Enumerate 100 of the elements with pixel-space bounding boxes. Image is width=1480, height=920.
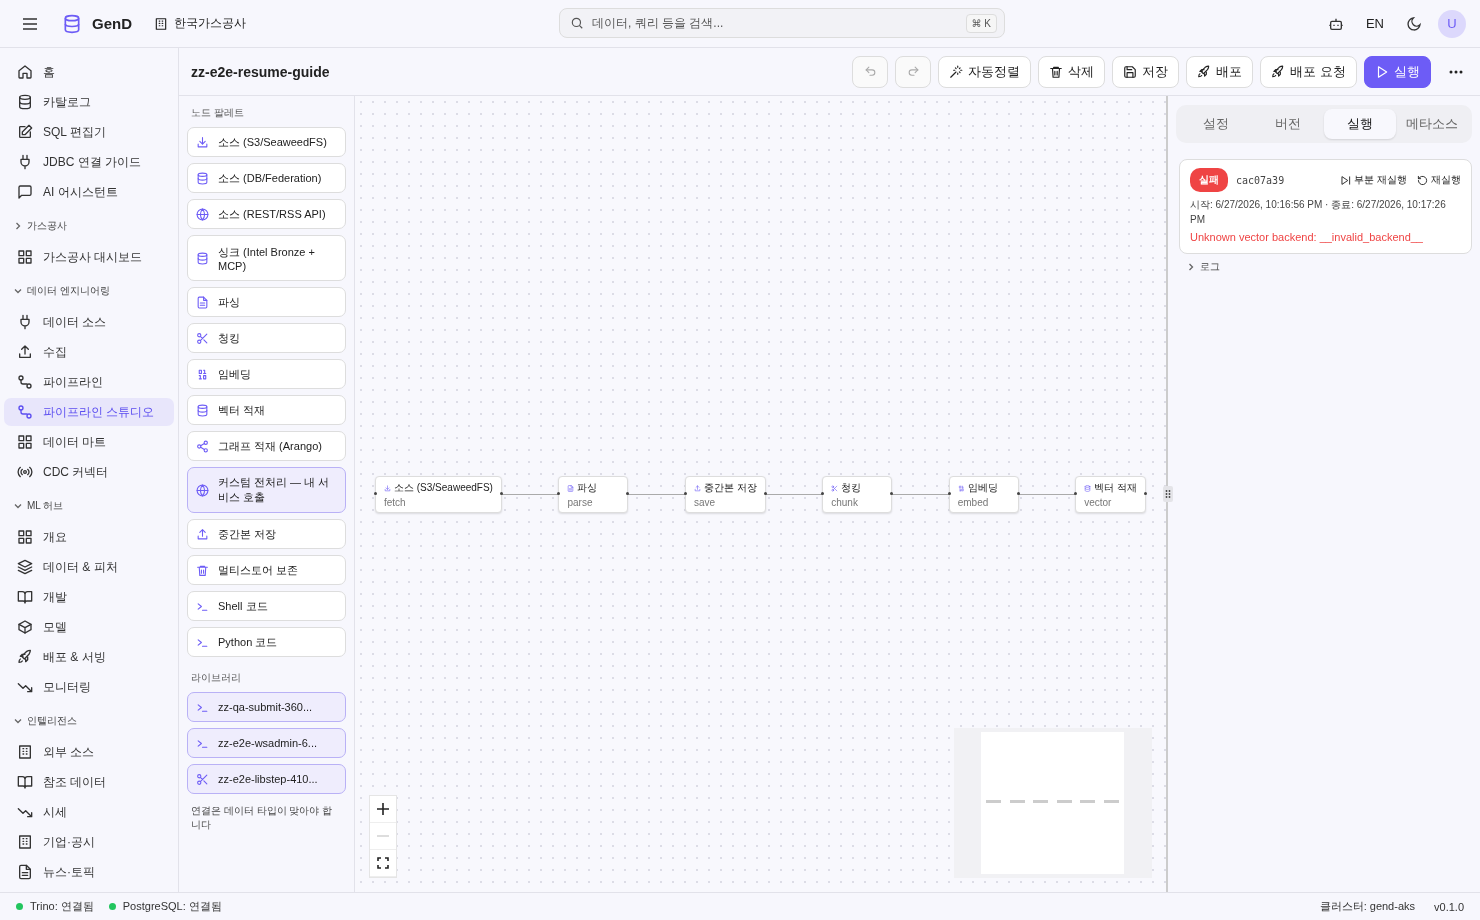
palette-item[interactable]: 임베딩 <box>187 359 346 389</box>
save-icon <box>1123 64 1138 79</box>
plug-icon <box>17 154 33 170</box>
palette-item[interactable]: 청킹 <box>187 323 346 353</box>
nav-item[interactable]: 파이프라인 <box>4 368 174 396</box>
panel-tab[interactable]: 버전 <box>1252 109 1324 139</box>
chat-icon <box>17 184 33 200</box>
toolbar-button[interactable]: 삭제 <box>1038 55 1106 88</box>
rerun-link[interactable]: 부분 재실행 <box>1340 173 1407 187</box>
run-time: 시작: 6/27/2026, 10:16:56 PM · 종료: 6/27/2026, 10:17:26 PM <box>1190 198 1447 227</box>
grip-icon <box>1165 489 1171 499</box>
palette-item[interactable]: 중간본 저장 <box>187 519 346 549</box>
nav-item[interactable]: 수집 <box>4 338 174 366</box>
panel-tab[interactable]: 설정 <box>1180 109 1252 139</box>
palette-item[interactable]: 벡터 적재 <box>187 395 346 425</box>
upload-icon <box>17 344 33 360</box>
palette-item[interactable]: 그래프 적재 (Arango) <box>187 431 346 461</box>
rerun-link[interactable]: 재실행 <box>1417 173 1461 187</box>
menu-icon[interactable] <box>22 16 38 31</box>
pipeline-node[interactable]: 청킹 chunk <box>822 476 893 513</box>
pipeline-node[interactable]: 벡터 적재 vector <box>1075 476 1146 513</box>
nav-item[interactable]: 참조 데이터 <box>4 768 174 796</box>
palette-item[interactable]: 소스 (REST/RSS API) <box>187 199 346 229</box>
signal-icon <box>17 464 33 480</box>
panel-tab[interactable]: 메타소스 <box>1396 109 1468 139</box>
pipeline-node[interactable]: 중간본 저장 save <box>684 476 766 513</box>
palette-item[interactable]: 커스텀 전처리 — 내 서비스 호출 <box>187 467 346 513</box>
file-icon <box>17 864 33 880</box>
library-item[interactable]: zz-qa-submit-360... <box>187 692 346 722</box>
palette-item[interactable]: Shell 코드 <box>187 591 346 621</box>
nav-item[interactable]: 개요 <box>4 523 174 551</box>
rocket-icon <box>1271 64 1286 79</box>
toolbar-button[interactable]: 배포 요청 <box>1260 55 1357 88</box>
toolbar-button[interactable]: 저장 <box>1112 55 1180 88</box>
pipeline-node[interactable]: 소스 (S3/SeaweedFS) fetch <box>375 476 502 513</box>
resize-handle[interactable] <box>1163 486 1173 502</box>
nav-item[interactable]: 개발 <box>4 583 174 611</box>
logo-icon <box>62 13 82 34</box>
palette-item[interactable]: 파싱 <box>187 287 346 317</box>
trash-icon <box>196 563 209 577</box>
nav-item[interactable]: 카탈로그 <box>4 88 174 116</box>
wand-icon <box>949 64 964 79</box>
run-id: cac07a39 <box>1236 174 1285 186</box>
nav-item[interactable]: 데이터 소스 <box>4 308 174 336</box>
nav-item[interactable]: 외부 소스 <box>4 738 174 766</box>
chevron-icon <box>13 501 23 511</box>
library-item[interactable]: zz-e2e-wsadmin-6... <box>187 728 346 758</box>
nav-item[interactable]: 데이터 & 피처 <box>4 553 174 581</box>
nav-item[interactable]: JDBC 연결 가이드 <box>4 148 174 176</box>
home-icon <box>17 64 33 80</box>
nav-group-header[interactable]: ML 허브 <box>4 495 174 517</box>
building-icon <box>17 744 33 760</box>
edge-line <box>765 494 823 495</box>
language-toggle[interactable]: EN <box>1365 16 1384 31</box>
nav-group-header[interactable]: 가스공사 <box>4 215 174 237</box>
grid-icon <box>17 529 33 545</box>
palette-item[interactable]: 멀티스토어 보존 <box>187 555 346 585</box>
nav-item[interactable]: 가스공사 대시보드 <box>4 243 174 271</box>
nav-item[interactable]: 모델 <box>4 613 174 641</box>
layers-icon <box>17 559 33 575</box>
nav-item[interactable]: SQL 편집기 <box>4 118 174 146</box>
nav-item[interactable]: 기업·공시 <box>4 828 174 856</box>
nav-group-header[interactable]: 인텔리전스 <box>4 710 174 732</box>
box-icon <box>17 619 33 635</box>
play-icon <box>1375 64 1389 79</box>
nav-item[interactable]: 시세 <box>4 798 174 826</box>
status-badge: 실패 <box>1190 168 1228 192</box>
nav-item[interactable]: 파이프라인 스튜디오 <box>4 398 174 426</box>
log-toggle[interactable]: 로그 <box>1186 260 1462 274</box>
panel-tab[interactable]: 실행 <box>1324 109 1396 139</box>
nav-item[interactable]: 홈 <box>4 58 174 86</box>
edit-icon <box>17 124 33 140</box>
redo-icon <box>906 65 920 78</box>
nav-item[interactable]: 배포 & 서빙 <box>4 643 174 671</box>
moon-icon[interactable] <box>1406 15 1422 32</box>
palette-item[interactable]: 싱크 (Intel Bronze + MCP) <box>187 235 346 281</box>
palette-item[interactable]: 소스 (DB/Federation) <box>187 163 346 193</box>
flow-icon <box>17 374 33 390</box>
undo-icon <box>863 65 877 78</box>
toolbar-button[interactable]: 자동정렬 <box>938 55 1032 88</box>
nav-item[interactable]: 데이터 마트 <box>4 428 174 456</box>
nav-item[interactable]: CDC 커넥터 <box>4 458 174 486</box>
nav-item[interactable]: 모니터링 <box>4 673 174 701</box>
pipeline-node[interactable]: 임베딩 embed <box>948 476 1019 513</box>
palette-item[interactable]: Python 코드 <box>187 627 346 657</box>
building-icon <box>17 834 33 850</box>
toolbar-button[interactable]: 실행 <box>1364 55 1431 88</box>
book-icon <box>17 774 33 790</box>
palette-item[interactable]: 소스 (S3/SeaweedFS) <box>187 127 346 157</box>
pipeline-node[interactable]: 파싱 parse <box>558 476 629 513</box>
nav-group-header[interactable]: 데이터 엔지니어링 <box>4 280 174 302</box>
database-icon <box>1084 484 1092 492</box>
toolbar-button[interactable]: 배포 <box>1186 55 1254 88</box>
upload-icon <box>196 527 209 541</box>
library-item[interactable]: zz-e2e-libstep-410... <box>187 764 346 794</box>
grid-icon <box>17 249 33 265</box>
nav-item[interactable]: 뉴스·토픽 <box>4 858 174 886</box>
nav-item[interactable]: AI 어시스턴트 <box>4 178 174 206</box>
database-icon <box>196 171 209 185</box>
file-icon <box>196 295 209 309</box>
